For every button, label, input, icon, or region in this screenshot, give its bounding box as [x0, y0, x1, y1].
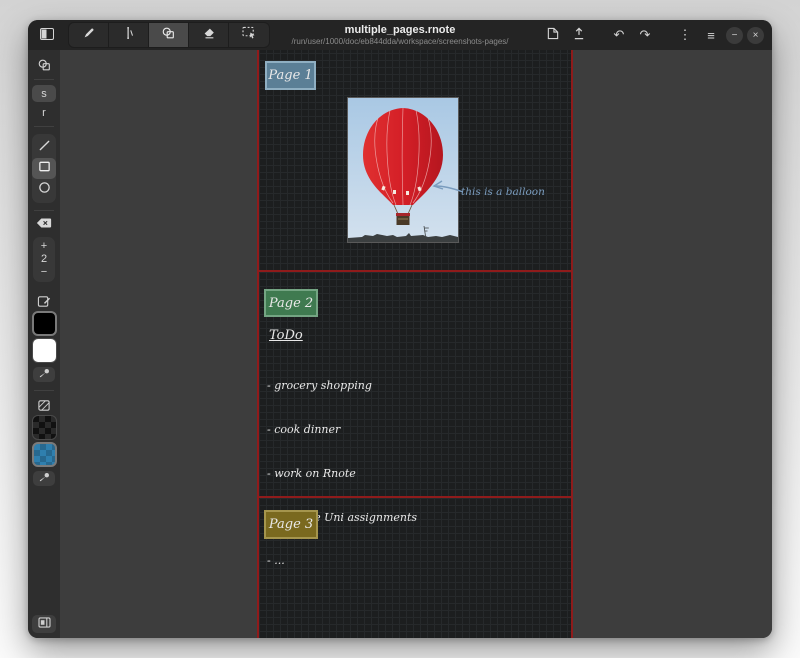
redo-button[interactable]: ↷ [634, 24, 656, 46]
todo-title: ToDo [269, 328, 303, 343]
minimize-button[interactable]: − [726, 27, 743, 44]
todo-item: - ... [267, 554, 417, 569]
stroke-width-stepper: + 2 − [33, 237, 55, 282]
rectangle-shape-button[interactable] [32, 158, 56, 179]
rnote-window: multiple_pages.rnote /run/user/1000/doc/… [28, 20, 772, 638]
divider [34, 126, 54, 127]
eraser-tool-button[interactable] [189, 23, 229, 47]
width-decrease-button[interactable]: − [33, 266, 55, 279]
export-button[interactable] [568, 24, 590, 46]
todo-item: - cook dinner [267, 423, 417, 438]
shape-type-group [32, 134, 56, 203]
fill-color-blue-swatch[interactable] [32, 442, 57, 467]
selector-icon [242, 26, 257, 44]
main-menu-button[interactable]: ≡ [700, 24, 722, 46]
constraints-button[interactable] [32, 216, 56, 233]
document-title: multiple_pages.rnote [291, 24, 508, 37]
hamburger-menu-icon: ≡ [707, 28, 715, 43]
stroke-color-picker-button[interactable] [33, 367, 55, 382]
color-picker-icon [39, 366, 50, 384]
width-value[interactable]: 2 [33, 253, 55, 266]
new-document-button[interactable] [542, 24, 564, 46]
export-icon [573, 27, 585, 43]
page-1-label: Page 1 [265, 61, 316, 90]
typewriter-icon [122, 26, 136, 45]
eraser-icon [202, 26, 216, 45]
circle-icon [38, 181, 51, 199]
divider [34, 210, 54, 211]
panel-toggle-button[interactable] [32, 615, 56, 633]
pen-icon [82, 26, 96, 45]
todo-item: - grocery shopping [267, 379, 417, 394]
balloon-annotation: this is a balloon [461, 186, 545, 198]
panel-toggle-icon [38, 615, 51, 633]
kebab-menu-icon: ⋮ [679, 27, 692, 43]
titlebar: multiple_pages.rnote /run/user/1000/doc/… [28, 20, 772, 50]
shapes-icon [161, 26, 176, 45]
titlebar-actions: ↶ ↷ ⋮ ≡ − × [542, 24, 764, 46]
todo-list: - grocery shopping - cook dinner - work … [267, 350, 417, 598]
selector-tool-button[interactable] [229, 23, 269, 47]
stroke-color-white-swatch[interactable] [32, 338, 57, 363]
rectangle-icon [38, 160, 51, 178]
line-icon [38, 139, 51, 157]
fill-color-picker-button[interactable] [33, 471, 55, 486]
divider [34, 390, 54, 391]
page-3-label: Page 3 [264, 510, 318, 539]
document-path: /run/user/1000/doc/eb844dda/workspace/sc… [291, 37, 508, 46]
shaper-tool-button[interactable] [149, 23, 189, 47]
minimize-icon: − [732, 30, 738, 41]
undo-icon: ↶ [614, 27, 625, 43]
balloon-image [348, 98, 458, 242]
close-icon: × [753, 30, 759, 41]
stroke-color-black-swatch[interactable] [32, 311, 57, 336]
main-area: s r + 2 − [28, 50, 772, 638]
style-rough-label: r [42, 107, 46, 119]
tool-group [68, 22, 270, 48]
annotation-arrow [430, 178, 464, 196]
page-2-label: Page 2 [264, 289, 318, 317]
new-document-icon [547, 27, 559, 43]
ellipse-shape-button[interactable] [32, 179, 56, 200]
stroke-color-icon [34, 292, 54, 310]
undo-button[interactable]: ↶ [608, 24, 630, 46]
style-rough-button[interactable]: r [32, 104, 56, 121]
backspace-icon [36, 217, 52, 232]
drawing-canvas[interactable]: Page 1 [60, 50, 772, 638]
divider [34, 79, 54, 80]
typewriter-tool-button[interactable] [109, 23, 149, 47]
close-button[interactable]: × [747, 27, 764, 44]
menu-button[interactable]: ⋮ [674, 24, 696, 46]
line-shape-button[interactable] [32, 137, 56, 158]
width-increase-button[interactable]: + [33, 240, 55, 253]
redo-icon: ↷ [640, 27, 651, 43]
todo-item: - work on Rnote [267, 467, 417, 482]
document-title-block: multiple_pages.rnote /run/user/1000/doc/… [291, 24, 508, 46]
workspace-sidebar-toggle-button[interactable] [36, 24, 58, 46]
color-picker-icon [39, 470, 50, 488]
shaper-style-icon [34, 56, 54, 74]
style-smooth-label: s [41, 88, 47, 100]
brush-tool-button[interactable] [69, 23, 109, 47]
pens-sidebar: s r + 2 − [28, 50, 60, 638]
fill-color-transparent-swatch[interactable] [32, 415, 57, 440]
fill-color-icon [34, 396, 54, 414]
style-smooth-button[interactable]: s [32, 85, 56, 102]
sidebar-toggle-icon [40, 28, 54, 43]
